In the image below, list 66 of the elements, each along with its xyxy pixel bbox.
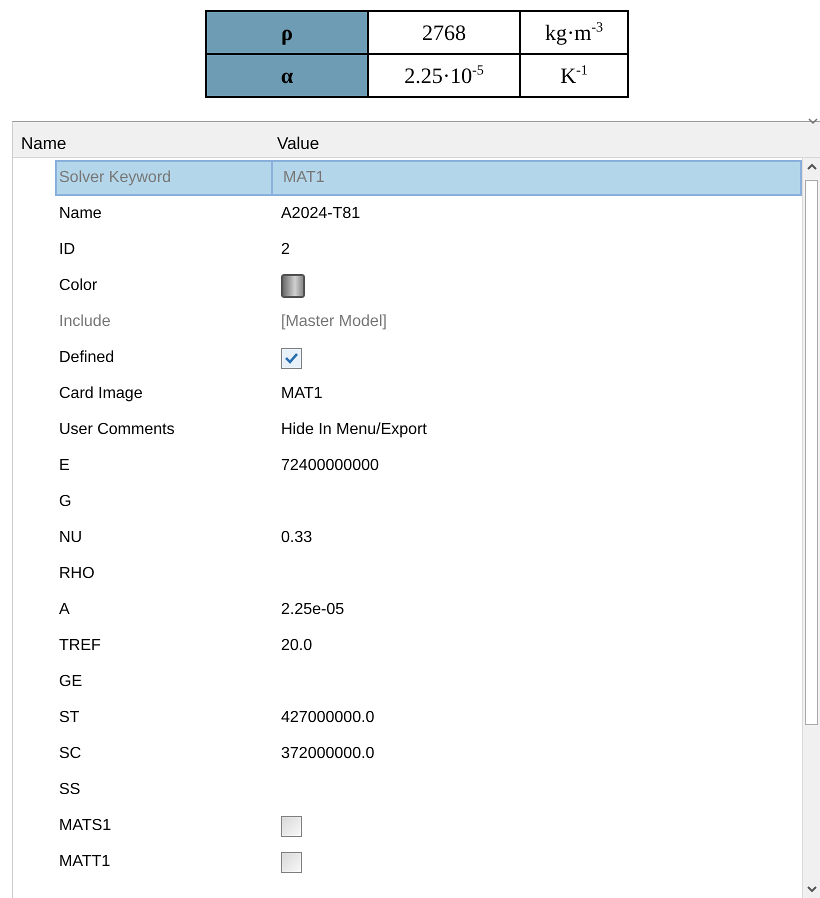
caret-icon[interactable]: [808, 118, 818, 125]
property-value[interactable]: 372000000.0: [271, 745, 374, 763]
property-value[interactable]: 72400000000: [271, 457, 379, 475]
property-name: MATT1: [59, 853, 110, 871]
property-row[interactable]: A 2.25e-05: [55, 592, 802, 628]
property-value[interactable]: Hide In Menu/Export: [271, 421, 427, 439]
property-name: RHO: [59, 565, 95, 583]
checkbox[interactable]: [281, 816, 302, 836]
property-row[interactable]: GE: [55, 664, 802, 700]
checkbox[interactable]: [281, 348, 302, 368]
scroll-thumb[interactable]: [805, 180, 818, 725]
property-value[interactable]: A2024-T81: [271, 205, 360, 223]
property-name: G: [59, 493, 72, 511]
scroll-down-icon[interactable]: [806, 884, 818, 894]
symbol-cell: α: [206, 54, 368, 97]
property-row[interactable]: TREF 20.0: [55, 628, 802, 664]
property-name: NU: [59, 529, 82, 547]
property-name: SC: [59, 745, 82, 763]
property-name: Color: [59, 277, 98, 295]
property-name: TREF: [59, 637, 101, 655]
property-row[interactable]: ID 2: [55, 232, 802, 268]
value-cell: 2.25·10$^{-5}$: [368, 54, 520, 97]
property-row[interactable]: Card Image MAT1: [55, 376, 802, 412]
property-row[interactable]: Color: [55, 268, 802, 304]
color-swatch[interactable]: [281, 274, 305, 298]
property-name: A: [59, 601, 70, 619]
property-name: SS: [59, 781, 80, 799]
property-name: Defined: [59, 349, 114, 367]
symbol-cell: ρ: [206, 11, 368, 54]
property-row[interactable]: MATS1: [55, 808, 802, 844]
property-name: User Comments: [59, 421, 175, 439]
column-header[interactable]: Value: [277, 134, 477, 154]
property-value[interactable]: MAT1: [271, 385, 322, 403]
property-value[interactable]: 0.33: [271, 529, 312, 547]
property-row[interactable]: User Comments Hide In Menu/Export: [55, 412, 802, 448]
property-row[interactable]: NU 0.33: [55, 520, 802, 556]
column-header[interactable]: Name: [21, 134, 277, 154]
unit-cell: K$^{-1}$: [520, 54, 628, 97]
property-name: ST: [59, 709, 80, 727]
check-icon: [284, 352, 299, 364]
property-value[interactable]: 20.0: [271, 637, 312, 655]
property-name: Include: [59, 313, 111, 331]
property-row[interactable]: SC 372000000.0: [55, 736, 802, 772]
scrollbar[interactable]: [802, 158, 820, 898]
property-row[interactable]: G: [55, 484, 802, 520]
property-row[interactable]: SS: [55, 772, 802, 808]
checkbox[interactable]: [281, 852, 302, 872]
property-name: MATS1: [59, 817, 112, 835]
property-row[interactable]: E 72400000000: [55, 448, 802, 484]
unit-cell: kg·m$^{-3}$: [520, 11, 628, 54]
property-row[interactable]: RHO: [55, 556, 802, 592]
scroll-up-icon[interactable]: [806, 162, 818, 172]
property-name: Name: [59, 205, 102, 223]
property-row[interactable]: MATT1: [55, 844, 802, 880]
property-name: Card Image: [59, 385, 143, 403]
property-value[interactable]: 2: [271, 241, 290, 259]
property-row[interactable]: ST 427000000.0: [55, 700, 802, 736]
property-name: ID: [59, 241, 75, 259]
property-name: GE: [59, 673, 82, 691]
property-name: Solver Keyword: [59, 169, 172, 187]
property-name: E: [59, 457, 70, 475]
value-cell: 2768: [368, 11, 520, 54]
property-row[interactable]: Name A2024-T81: [55, 196, 802, 232]
property-value[interactable]: 2.25e-05: [271, 601, 344, 619]
property-row[interactable]: Defined: [55, 340, 802, 376]
property-value[interactable]: 427000000.0: [271, 709, 374, 727]
